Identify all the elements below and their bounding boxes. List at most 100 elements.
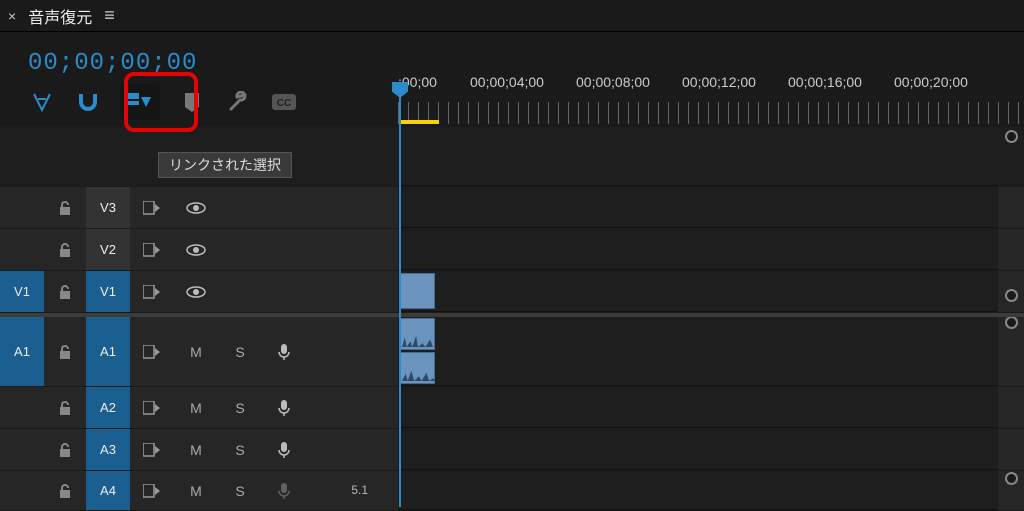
lock-v2[interactable]	[44, 229, 86, 270]
track-content-v1[interactable]	[398, 271, 998, 312]
ruler-label: 00;00;08;00	[576, 74, 650, 90]
scroll-marker-bottom[interactable]	[1005, 472, 1018, 485]
track-header-v1: V1 V1	[0, 271, 398, 312]
linked-selection-icon	[126, 88, 154, 116]
lock-a3[interactable]	[44, 429, 86, 470]
panel-header: × 音声復元 ≡	[0, 0, 1024, 32]
track-output-a2[interactable]	[130, 387, 174, 428]
mute-a4[interactable]: M	[174, 471, 218, 510]
insert-tracks-icon[interactable]	[28, 88, 56, 116]
track-content-v3[interactable]	[398, 187, 998, 228]
settings-wrench-icon[interactable]	[224, 88, 252, 116]
track-output-v2[interactable]	[130, 229, 174, 270]
scroll-marker-v1[interactable]	[1005, 289, 1018, 302]
mute-a2[interactable]: M	[174, 387, 218, 428]
voiceover-a2[interactable]	[262, 387, 306, 428]
close-panel-button[interactable]: ×	[8, 8, 16, 24]
track-target-a2[interactable]: A2	[86, 387, 130, 428]
track-header-a4: A4 M S 5.1	[0, 471, 398, 510]
lock-a2[interactable]	[44, 387, 86, 428]
voiceover-a4[interactable]	[262, 471, 306, 510]
tooltip-linked-selection: リンクされた選択	[158, 152, 292, 178]
svg-text:CC: CC	[277, 98, 291, 109]
snap-magnet-icon[interactable]	[74, 88, 102, 116]
timeline-toolbar: CC	[28, 84, 298, 120]
track-a2: A2 M S	[0, 387, 1024, 429]
track-a3: A3 M S	[0, 429, 1024, 471]
track-output-a4[interactable]	[130, 471, 174, 510]
src-patch-a2[interactable]	[0, 387, 44, 428]
scroll-marker-a1[interactable]	[1005, 316, 1018, 329]
track-header-v2: V2	[0, 229, 398, 270]
track-content-a2[interactable]	[398, 387, 998, 428]
timeline-ruler[interactable]: ;00;00 00;00;04;00 00;00;08;00 00;00;12;…	[398, 74, 1024, 124]
track-content-a3[interactable]	[398, 429, 998, 470]
track-v1: V1 V1	[0, 271, 1024, 313]
track-target-a1[interactable]: A1	[86, 317, 130, 386]
scroll-marker-top[interactable]	[1005, 130, 1018, 143]
markers-icon[interactable]	[178, 88, 206, 116]
toggle-visibility-v2[interactable]	[174, 229, 218, 270]
track-content-a1[interactable]	[398, 317, 998, 386]
lock-a1[interactable]	[44, 317, 86, 386]
voiceover-a1[interactable]	[262, 317, 306, 386]
solo-a3[interactable]: S	[218, 429, 262, 470]
track-output-v1[interactable]	[130, 271, 174, 312]
ruler-label: 00;00;20;00	[894, 74, 968, 90]
track-target-v1[interactable]: V1	[86, 271, 130, 312]
src-patch-a1[interactable]: A1	[0, 317, 44, 386]
track-output-a3[interactable]	[130, 429, 174, 470]
src-patch-v2[interactable]	[0, 229, 44, 270]
src-patch-v1[interactable]: V1	[0, 271, 44, 312]
lock-a4[interactable]	[44, 471, 86, 510]
track-header-v3: V3	[0, 187, 398, 228]
video-clip[interactable]	[399, 273, 435, 309]
mute-a3[interactable]: M	[174, 429, 218, 470]
track-content-a4[interactable]	[398, 471, 998, 510]
src-patch-a4[interactable]	[0, 471, 44, 510]
lock-v1[interactable]	[44, 271, 86, 312]
ruler-label: 00;00;04;00	[470, 74, 544, 90]
track-header-a2: A2 M S	[0, 387, 398, 428]
track-header-a3: A3 M S	[0, 429, 398, 470]
toggle-visibility-v1[interactable]	[174, 271, 218, 312]
src-patch-a3[interactable]	[0, 429, 44, 470]
track-a4: A4 M S 5.1	[0, 471, 1024, 511]
track-target-v2[interactable]: V2	[86, 229, 130, 270]
track-header-a1: A1 A1 M S	[0, 317, 398, 386]
video-spacer	[0, 127, 1024, 187]
panel-title: 音声復元	[28, 4, 92, 28]
timeline-panel: 00;00;00;00 CC リンクされた選択	[0, 32, 1024, 507]
ruler-ticks	[398, 102, 1024, 124]
captions-cc-icon[interactable]: CC	[270, 88, 298, 116]
audio-clip-a1-r[interactable]	[399, 352, 435, 384]
track-target-a4[interactable]: A4	[86, 471, 130, 510]
ruler-label: 00;00;16;00	[788, 74, 862, 90]
lock-v3[interactable]	[44, 187, 86, 228]
voiceover-a3[interactable]	[262, 429, 306, 470]
solo-a1[interactable]: S	[218, 317, 262, 386]
solo-a2[interactable]: S	[218, 387, 262, 428]
playhead-timecode[interactable]: 00;00;00;00	[28, 50, 197, 77]
track-target-a3[interactable]: A3	[86, 429, 130, 470]
panel-menu-button[interactable]: ≡	[104, 5, 115, 26]
linked-selection-button[interactable]	[120, 84, 160, 120]
track-target-v3[interactable]: V3	[86, 187, 130, 228]
ruler-label: 00;00;12;00	[682, 74, 756, 90]
in-out-range[interactable]	[399, 120, 439, 124]
mute-a1[interactable]: M	[174, 317, 218, 386]
tracks-container: V3 V2	[0, 127, 1024, 507]
solo-a4[interactable]: S	[218, 471, 262, 510]
track-output-a1[interactable]	[130, 317, 174, 386]
src-patch-v3[interactable]	[0, 187, 44, 228]
track-output-v3[interactable]	[130, 187, 174, 228]
audio-clip-a1-l[interactable]	[399, 318, 435, 350]
playhead[interactable]	[399, 94, 401, 507]
timecode-row: 00;00;00;00	[28, 50, 197, 77]
track-content-v2[interactable]	[398, 229, 998, 270]
toggle-visibility-v3[interactable]	[174, 187, 218, 228]
track-a1: A1 A1 M S	[0, 317, 1024, 387]
va-divider[interactable]	[0, 313, 1024, 317]
track-v3: V3	[0, 187, 1024, 229]
channel-label-a4: 5.1	[351, 483, 368, 497]
